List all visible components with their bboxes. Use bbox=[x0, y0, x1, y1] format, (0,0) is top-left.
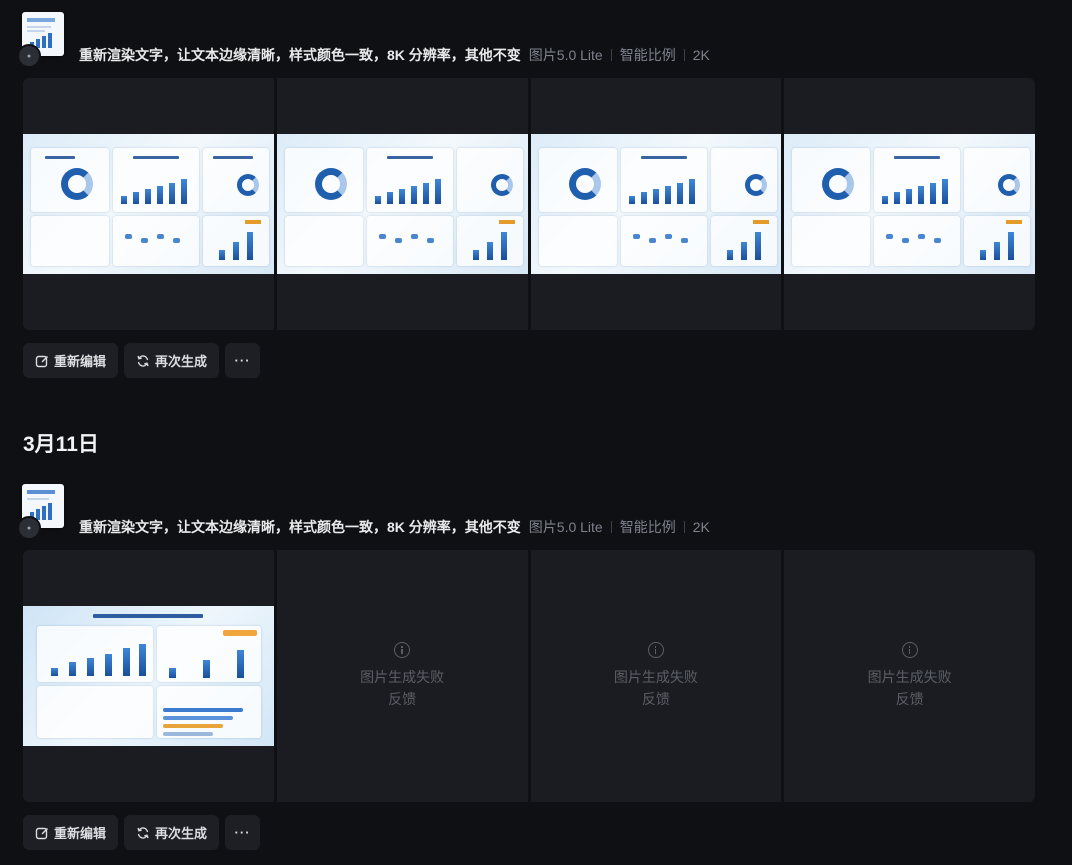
re-edit-label: 重新编辑 bbox=[54, 826, 107, 841]
failed-message: 图片生成失败 bbox=[360, 669, 445, 685]
action-bar: 重新编辑 再次生成 ··· bbox=[23, 343, 261, 378]
generated-infographic bbox=[784, 134, 1035, 274]
prompt-row: 重新渲染文字，让文本边缘清晰，样式颜色一致，8K 分辨率，其他不变 图片5.0 … bbox=[79, 517, 710, 537]
model-label: 图片5.0 Lite bbox=[528, 519, 603, 535]
result-grid bbox=[23, 78, 1035, 330]
failed-message: 图片生成失败 bbox=[613, 669, 698, 685]
regenerate-label: 再次生成 bbox=[155, 354, 208, 369]
result-image[interactable] bbox=[23, 550, 274, 802]
refresh-icon bbox=[137, 826, 149, 839]
generated-infographic bbox=[23, 134, 274, 274]
refresh-icon bbox=[137, 354, 149, 367]
result-image[interactable] bbox=[23, 78, 274, 330]
divider bbox=[610, 521, 612, 533]
ratio-label: 智能比例 bbox=[619, 47, 676, 63]
result-image[interactable] bbox=[530, 78, 782, 330]
re-edit-button[interactable]: 重新编辑 bbox=[23, 815, 119, 850]
model-label: 图片5.0 Lite bbox=[528, 47, 603, 63]
result-image[interactable] bbox=[276, 78, 528, 330]
feedback-link[interactable]: 反馈 bbox=[868, 688, 952, 710]
feedback-link[interactable]: 反馈 bbox=[614, 688, 698, 710]
edit-icon bbox=[35, 355, 48, 367]
regenerate-button[interactable]: 再次生成 bbox=[124, 343, 220, 378]
divider bbox=[683, 49, 685, 61]
more-icon: ··· bbox=[234, 825, 251, 840]
failed-result-cell: 图片生成失败 反馈 bbox=[784, 550, 1035, 802]
edit-icon bbox=[35, 827, 48, 839]
divider bbox=[610, 49, 612, 61]
feedback-link[interactable]: 反馈 bbox=[360, 688, 444, 710]
ratio-label: 智能比例 bbox=[619, 519, 676, 535]
prompt-text[interactable]: 重新渲染文字，让文本边缘清晰，样式颜色一致，8K 分辨率，其他不变 bbox=[79, 517, 521, 537]
re-edit-label: 重新编辑 bbox=[54, 354, 107, 369]
info-icon bbox=[901, 642, 918, 658]
more-options-button[interactable]: ··· bbox=[225, 343, 261, 378]
more-icon: ··· bbox=[234, 353, 251, 368]
info-icon bbox=[394, 642, 411, 658]
generated-infographic bbox=[276, 134, 528, 274]
action-bar: 重新编辑 再次生成 ··· bbox=[23, 815, 261, 850]
regenerate-button[interactable]: 再次生成 bbox=[124, 815, 220, 850]
date-heading: 3月11日 bbox=[23, 433, 99, 456]
resolution-label: 2K bbox=[692, 519, 710, 535]
divider bbox=[683, 521, 685, 533]
regenerate-label: 再次生成 bbox=[155, 826, 208, 841]
result-grid: 图片生成失败 反馈 图片生成失败 反馈 图片生成失败 反馈 bbox=[23, 550, 1035, 802]
user-avatar: ● bbox=[17, 516, 41, 540]
user-avatar: ● bbox=[17, 44, 41, 68]
prompt-text[interactable]: 重新渲染文字，让文本边缘清晰，样式颜色一致，8K 分辨率，其他不变 bbox=[79, 45, 521, 65]
more-options-button[interactable]: ··· bbox=[225, 815, 261, 850]
failed-message: 图片生成失败 bbox=[867, 669, 952, 685]
failed-result-cell: 图片生成失败 反馈 bbox=[276, 550, 528, 802]
resolution-label: 2K bbox=[692, 47, 710, 63]
failed-result-cell: 图片生成失败 反馈 bbox=[530, 550, 782, 802]
re-edit-button[interactable]: 重新编辑 bbox=[23, 343, 119, 378]
result-image[interactable] bbox=[784, 78, 1035, 330]
prompt-row: 重新渲染文字，让文本边缘清晰，样式颜色一致，8K 分辨率，其他不变 图片5.0 … bbox=[79, 45, 710, 65]
info-icon bbox=[647, 642, 664, 658]
generated-infographic bbox=[23, 606, 274, 746]
generated-infographic bbox=[530, 134, 782, 274]
